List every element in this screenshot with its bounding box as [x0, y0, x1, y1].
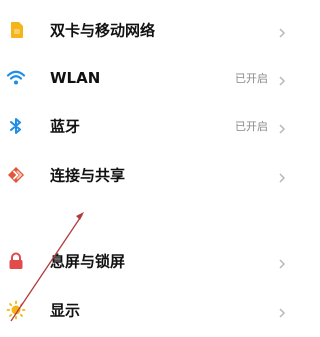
settings-item-wlan[interactable]: WLAN 已开启	[0, 51, 300, 105]
connection-share-icon	[6, 165, 26, 185]
settings-item-label: 蓝牙	[50, 117, 81, 136]
settings-item-label: WLAN	[50, 69, 101, 87]
lock-icon	[6, 251, 26, 271]
settings-item-label: 显示	[50, 301, 81, 320]
settings-item-lock-screen[interactable]: 息屏与锁屏	[0, 234, 300, 288]
section-divider	[0, 214, 300, 228]
chevron-right-icon	[276, 72, 288, 86]
settings-item-display[interactable]: 显示	[0, 283, 300, 337]
settings-item-bluetooth[interactable]: 蓝牙 已开启	[0, 99, 300, 153]
chevron-right-icon	[276, 169, 288, 183]
wifi-icon	[6, 68, 26, 88]
chevron-right-icon	[276, 24, 288, 38]
status-text: 已开启	[235, 72, 268, 85]
brightness-icon	[6, 300, 26, 320]
settings-item-connection-sharing[interactable]: 连接与共享	[0, 148, 300, 202]
settings-item-dual-sim[interactable]: 双卡与移动网络	[0, 3, 300, 57]
settings-item-label: 双卡与移动网络	[50, 21, 156, 40]
status-text: 已开启	[235, 120, 268, 133]
bluetooth-icon	[6, 116, 26, 136]
settings-item-label: 息屏与锁屏	[50, 252, 126, 271]
chevron-right-icon	[276, 304, 288, 318]
chevron-right-icon	[276, 120, 288, 134]
chevron-right-icon	[276, 255, 288, 269]
settings-item-label: 连接与共享	[50, 166, 126, 185]
sim-card-icon	[6, 20, 26, 40]
